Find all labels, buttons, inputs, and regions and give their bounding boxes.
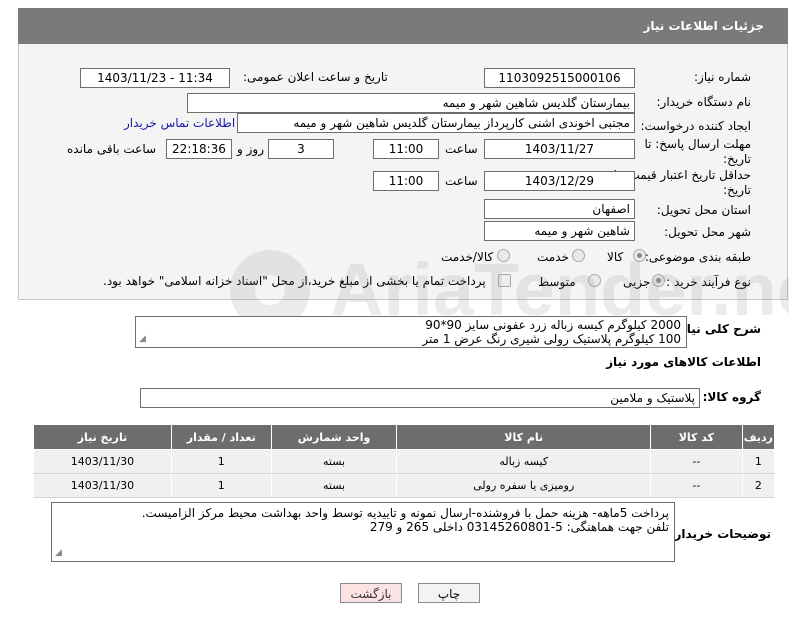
deadline-date-field: 1403/11/27	[484, 139, 635, 159]
resize-handle-icon[interactable]: ◢	[55, 546, 62, 560]
deadline-time-label: ساعت	[445, 142, 478, 156]
description-line-1: 2000 کیلوگرم کیسه زباله زرد عفونی سایز 9…	[425, 318, 681, 332]
process-option-medium: متوسط	[538, 275, 576, 289]
validity-date-field: 1403/12/29	[484, 171, 635, 191]
buyer-org-label: نام دستگاه خریدار:	[656, 95, 752, 109]
category-option-goods: کالا	[607, 250, 624, 264]
goods-info-title: اطلاعات کالاهای مورد نیاز	[606, 355, 761, 369]
resize-handle-icon[interactable]: ◢	[139, 332, 146, 346]
cell-name: رومیزی یا سفره رولی	[396, 473, 651, 498]
items-table: ردیف کد کالا نام کالا واحد شمارش تعداد /…	[33, 424, 776, 498]
category-radio-service[interactable]	[572, 249, 585, 262]
col-unit: واحد شمارش	[270, 424, 398, 450]
print-button[interactable]: چاپ	[418, 583, 480, 603]
cell-qty: 1	[170, 449, 272, 474]
validity-time-field: 11:00	[373, 171, 439, 191]
announce-label: تاریخ و ساعت اعلان عمومی:	[243, 70, 388, 84]
city-field: شاهین شهر و میمه	[484, 221, 635, 241]
table-row: 1 -- کیسه زباله بسته 1 1403/11/30	[33, 449, 776, 474]
treasury-payment-checkbox[interactable]	[498, 274, 511, 287]
province-label: استان محل تحویل:	[656, 203, 751, 217]
announce-datetime-field: 1403/11/23 - 11:34	[80, 68, 230, 88]
description-label: شرح کلی نیاز:	[675, 322, 761, 336]
need-number-field: 1103092515000106	[484, 68, 635, 88]
category-radio-goods-service[interactable]	[497, 249, 510, 262]
table-row: 2 -- رومیزی یا سفره رولی بسته 1 1403/11/…	[33, 473, 776, 498]
province-field: اصفهان	[484, 199, 635, 219]
cell-code: --	[649, 449, 743, 474]
category-option-goods-service: کالا/خدمت	[441, 250, 494, 264]
process-option-minor: جزیی	[623, 275, 651, 289]
validity-label-date: تاریخ:	[723, 183, 751, 197]
remaining-time-label: ساعت باقی مانده	[67, 142, 157, 156]
cell-unit: بسته	[270, 473, 398, 498]
cell-code: --	[649, 473, 743, 498]
cell-unit: بسته	[270, 449, 398, 474]
days-remaining-field: 3	[268, 139, 334, 159]
deadline-label-date: تاریخ:	[723, 152, 751, 166]
remaining-time-field: 22:18:36	[166, 139, 232, 159]
process-radio-minor[interactable]	[652, 274, 665, 287]
days-label: روز و	[237, 142, 264, 156]
deadline-label: مهلت ارسال پاسخ: تا	[644, 137, 751, 151]
treasury-payment-note: پرداخت تمام یا بخشی از مبلغ خرید،از محل …	[103, 274, 486, 288]
buyer-notes-line-1: پرداخت 5ماهه- هزینه حمل با فروشنده-ارسال…	[141, 506, 669, 520]
need-number-label: شماره نیاز:	[694, 70, 751, 84]
process-radio-medium[interactable]	[588, 274, 601, 287]
category-radio-goods[interactable]	[633, 249, 646, 262]
requester-label: ایجاد کننده درخواست:	[640, 119, 751, 133]
cell-name: کیسه زباله	[396, 449, 651, 474]
description-line-2: 100 کیلوگرم پلاستیک رولی شیری رنگ عرض 1 …	[422, 332, 681, 346]
cell-qty: 1	[170, 473, 272, 498]
category-label: طبقه بندی موضوعی:	[644, 250, 751, 264]
validity-time-label: ساعت	[445, 174, 478, 188]
back-button[interactable]: بازگشت	[340, 583, 402, 603]
col-code: کد کالا	[649, 424, 743, 450]
cell-row: 1	[741, 449, 776, 474]
buyer-notes-box: پرداخت 5ماهه- هزینه حمل با فروشنده-ارسال…	[51, 502, 675, 562]
col-name: نام کالا	[396, 424, 651, 450]
col-row: ردیف	[741, 424, 776, 450]
description-box: 2000 کیلوگرم کیسه زباله زرد عفونی سایز 9…	[135, 316, 687, 348]
col-qty: تعداد / مقدار	[170, 424, 272, 450]
process-label: نوع فرآیند خرید :	[666, 275, 751, 289]
requester-field: مجتبی اخوندی اشنی کارپرداز بیمارستان گلد…	[237, 113, 635, 133]
items-table-header: ردیف کد کالا نام کالا واحد شمارش تعداد /…	[33, 424, 776, 450]
cell-date: 1403/11/30	[33, 473, 172, 498]
cell-date: 1403/11/30	[33, 449, 172, 474]
buyer-org-field: بیمارستان گلدیس شاهین شهر و میمه	[187, 93, 635, 113]
buyer-contact-link[interactable]: اطلاعات تماس خریدار	[124, 116, 235, 130]
cell-row: 2	[741, 473, 776, 498]
col-date: تاریخ نیاز	[33, 424, 172, 450]
goods-group-field: پلاستیک و ملامین	[140, 388, 700, 408]
buyer-notes-line-2: تلفن جهت هماهنگی: 5-03145260801 داخلی 26…	[369, 520, 669, 534]
buyer-notes-label: توضیحات خریدار:	[669, 527, 771, 541]
goods-group-label: گروه کالا:	[702, 390, 761, 404]
category-option-service: خدمت	[537, 250, 569, 264]
city-label: شهر محل تحویل:	[664, 225, 751, 239]
deadline-time-field: 11:00	[373, 139, 439, 159]
panel-title: جزئیات اطلاعات نیاز	[18, 8, 788, 44]
